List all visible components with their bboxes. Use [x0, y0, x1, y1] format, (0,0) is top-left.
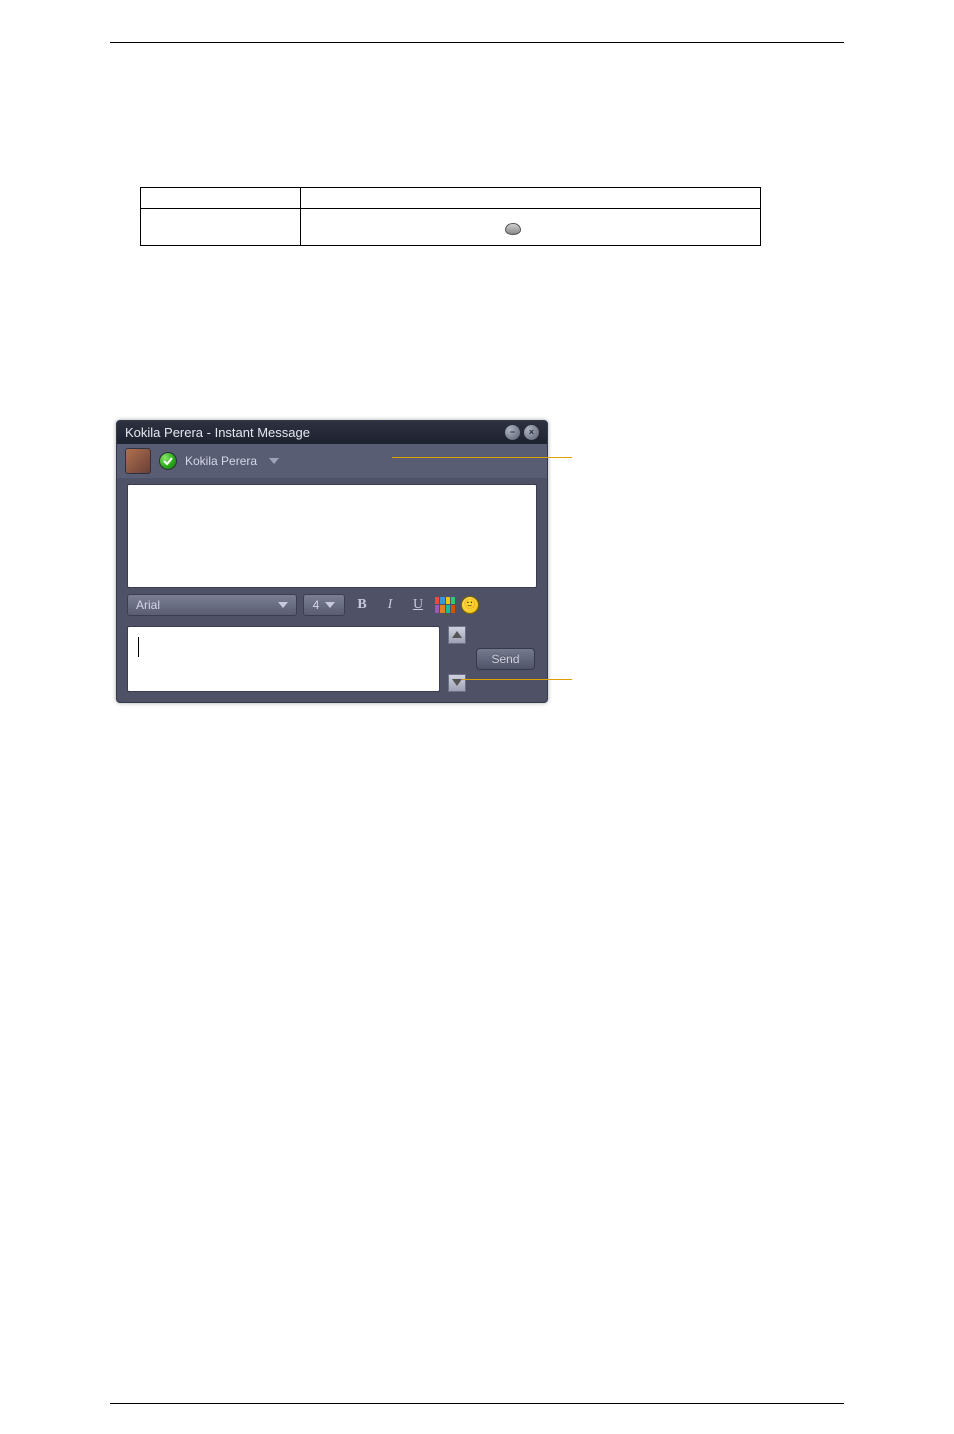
table-row	[141, 209, 761, 246]
italic-button[interactable]: I	[379, 594, 401, 616]
send-button[interactable]: Send	[476, 648, 534, 670]
doc-table	[140, 187, 761, 246]
table-row	[141, 188, 761, 209]
text-color-picker-icon[interactable]	[435, 597, 455, 613]
font-family-value: Arial	[136, 598, 160, 612]
cell-r1c2	[301, 188, 761, 209]
minimize-button[interactable]: −	[505, 425, 520, 440]
contact-name: Kokila Perera	[185, 454, 257, 468]
cell-r2c2	[301, 209, 761, 246]
cell-r1c1	[141, 188, 301, 209]
emoticon-button-icon[interactable]: 🙂	[461, 596, 479, 614]
scroll-down-button[interactable]	[448, 674, 466, 692]
callout-line	[392, 457, 572, 458]
close-button[interactable]: ×	[524, 425, 539, 440]
window-title: Kokila Perera - Instant Message	[125, 425, 310, 440]
message-history[interactable]	[127, 484, 537, 588]
chevron-down-icon	[325, 602, 335, 608]
compose-scrollbar[interactable]	[448, 626, 466, 692]
im-titlebar[interactable]: Kokila Perera - Instant Message − ×	[117, 421, 547, 444]
speech-bubble-icon	[505, 223, 521, 235]
bold-button[interactable]: B	[351, 594, 373, 616]
instant-message-window: Kokila Perera - Instant Message − × Koki…	[116, 420, 548, 703]
avatar	[125, 448, 151, 474]
presence-available-icon	[159, 452, 177, 470]
font-size-select[interactable]: 4	[303, 594, 345, 616]
scroll-up-button[interactable]	[448, 626, 466, 644]
contact-header: Kokila Perera	[117, 444, 547, 478]
contact-dropdown-icon[interactable]	[269, 458, 279, 464]
page-top-rule	[110, 42, 844, 43]
text-cursor-icon	[138, 637, 139, 657]
page-bottom-rule	[110, 1403, 844, 1404]
triangle-down-icon	[452, 679, 462, 686]
underline-button[interactable]: U	[407, 594, 429, 616]
triangle-up-icon	[452, 631, 462, 638]
font-family-select[interactable]: Arial	[127, 594, 297, 616]
callout-line	[462, 679, 572, 680]
chevron-down-icon	[278, 602, 288, 608]
format-bar: Arial 4 B I U 🙂	[117, 588, 547, 622]
message-input[interactable]	[127, 626, 440, 692]
cell-r2c1	[141, 209, 301, 246]
compose-row: Send	[117, 622, 547, 702]
font-size-value: 4	[313, 598, 320, 612]
